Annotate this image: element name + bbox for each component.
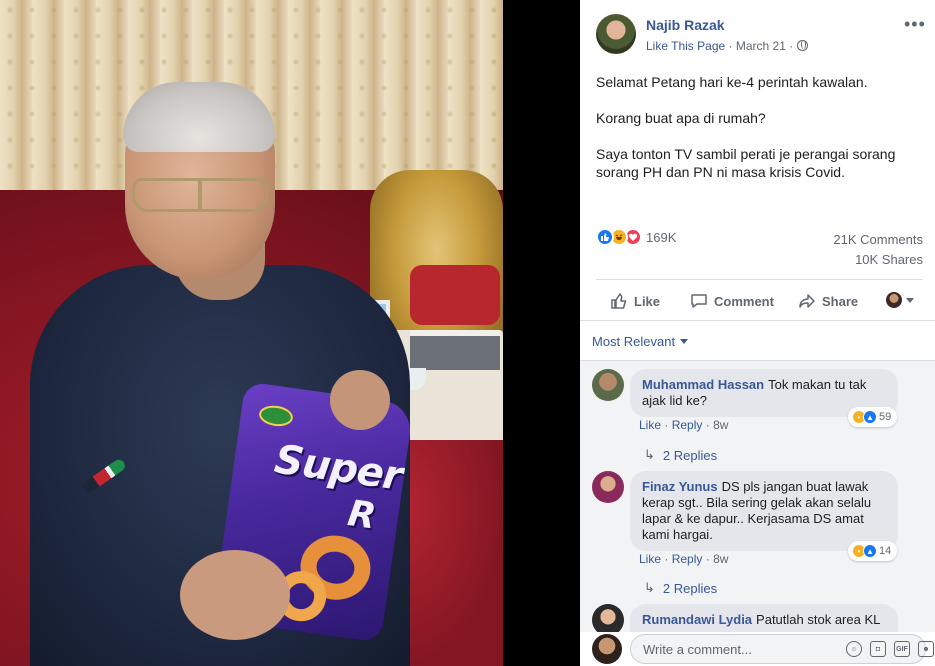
view-replies-link[interactable]: ↳ 2 Replies [644, 447, 717, 463]
comment-item: Finaz Yunus DS pls jangan buat lawak kera… [592, 471, 922, 581]
snack-brand-letter: R [345, 493, 379, 538]
comment-label: Comment [714, 293, 774, 309]
post-photo[interactable]: Super R [0, 0, 503, 666]
comment-reactions[interactable]: • ▲ 14 [848, 541, 898, 561]
meta-separator: · [728, 39, 733, 53]
comment-icon [691, 294, 707, 308]
comment-reaction-count: 59 [879, 411, 892, 423]
shares-count[interactable]: 10K Shares [596, 252, 923, 267]
dot-separator: · [664, 418, 669, 432]
replies-count: 2 Replies [662, 580, 718, 596]
post-action-bar: Like Comment Share [596, 279, 923, 321]
snack-logo [257, 403, 295, 429]
user-mini-avatar [886, 292, 902, 308]
reactions-count: 169K [646, 230, 677, 245]
comment-reaction-count: 14 [879, 545, 892, 557]
thumbs-up-icon [611, 293, 627, 309]
comment-reply-link[interactable]: Reply [672, 552, 703, 566]
post-header: Najib Razak Like This Page · March 21 · … [580, 0, 935, 62]
comment-button[interactable]: Comment [690, 292, 774, 310]
dot-separator: · [705, 552, 710, 566]
reply-arrow-icon: ↳ [644, 447, 655, 462]
comment-reply-link[interactable]: Reply [672, 418, 703, 432]
post-text: Selamat Petang hari ke-4 perintah kawala… [596, 73, 921, 199]
reactions-summary[interactable]: 169K 21K Comments [596, 228, 923, 250]
author-avatar[interactable] [596, 14, 636, 54]
dot-separator: · [705, 418, 710, 432]
dot-separator: · [664, 552, 669, 566]
chevron-down-icon [680, 339, 689, 344]
comments-count[interactable]: 21K Comments [833, 232, 923, 247]
comment-item: Muhammad Hassan Tok makan tu tak ajak lid… [592, 369, 922, 479]
sort-bar: Most Relevant [580, 321, 935, 361]
comment-like-link[interactable]: Like [639, 552, 661, 566]
sort-label-text: Most Relevant [592, 334, 676, 349]
books [410, 330, 500, 370]
commenter-name[interactable]: Finaz Yunus [642, 479, 718, 494]
hand-bottom [180, 550, 290, 640]
commenter-name[interactable]: Muhammad Hassan [642, 377, 764, 392]
post-date[interactable]: March 21 [736, 39, 786, 53]
react-as-selector[interactable] [886, 292, 914, 308]
commenter-avatar[interactable] [592, 471, 624, 503]
share-icon [799, 294, 815, 308]
author-name[interactable]: Najib Razak [646, 17, 725, 33]
emoji-icon[interactable]: ☺ [846, 641, 862, 657]
comment-actions: Like · Reply · 8w [639, 418, 728, 432]
globe-icon[interactable] [796, 40, 808, 51]
replies-count: 2 Replies [662, 447, 718, 463]
post-paragraph: Korang buat apa di rumah? [596, 110, 766, 126]
like-label: Like [634, 293, 661, 309]
chair-cushion [410, 265, 500, 325]
post-meta: Like This Page · March 21 · [646, 39, 808, 53]
comments-section: Most Relevant Muhammad Hassan Tok makan t… [580, 320, 935, 666]
share-label: Share [822, 293, 859, 309]
comment-text: Patutlah stok area KL [756, 612, 881, 627]
commenter-name[interactable]: Rumandawi Lydia [642, 612, 752, 627]
most-relevant-dropdown[interactable]: Most Relevant [592, 334, 689, 349]
like-reaction-icon [596, 228, 614, 246]
photo-viewer: Super R [0, 0, 580, 666]
comment-bubble: Finaz Yunus DS pls jangan buat lawak kera… [630, 471, 898, 551]
like-button[interactable]: Like [610, 292, 660, 310]
person-hair [123, 82, 275, 152]
current-user-avatar [592, 634, 622, 664]
comment-like-link[interactable]: Like [639, 418, 661, 432]
share-button[interactable]: Share [798, 292, 858, 310]
hand-top [330, 370, 390, 430]
post-paragraph: Saya tonton TV sambil perati je perangai… [596, 146, 896, 180]
post-paragraph: Selamat Petang hari ke-4 perintah kawala… [596, 74, 868, 90]
glasses-bridge [198, 180, 202, 210]
gif-icon[interactable]: GIF [894, 641, 910, 657]
comment-time[interactable]: 8w [713, 552, 728, 566]
like-page-link[interactable]: Like This Page [646, 39, 725, 53]
snack-brand-text: Super [271, 436, 405, 500]
like-reaction-icon: ▲ [863, 544, 877, 558]
like-reaction-icon: ▲ [863, 410, 877, 424]
comment-tools: ☺ ◘ GIF ☻ [846, 641, 934, 657]
comment-reactions[interactable]: • ▲ 59 [848, 407, 898, 427]
post-panel: Najib Razak Like This Page · March 21 · … [580, 0, 935, 666]
reply-arrow-icon: ↳ [644, 580, 655, 595]
chevron-down-icon [906, 297, 914, 303]
view-replies-link[interactable]: ↳ 2 Replies [644, 580, 717, 596]
more-options-icon[interactable]: ••• [904, 14, 926, 35]
meta-separator-2: · [789, 39, 794, 53]
write-comment-bar: ☺ ◘ GIF ☻ [580, 632, 935, 666]
comment-time[interactable]: 8w [713, 418, 728, 432]
commenter-avatar[interactable] [592, 369, 624, 401]
sticker-icon[interactable]: ☻ [918, 641, 934, 657]
camera-icon[interactable]: ◘ [870, 641, 886, 657]
comment-actions: Like · Reply · 8w [639, 552, 728, 566]
